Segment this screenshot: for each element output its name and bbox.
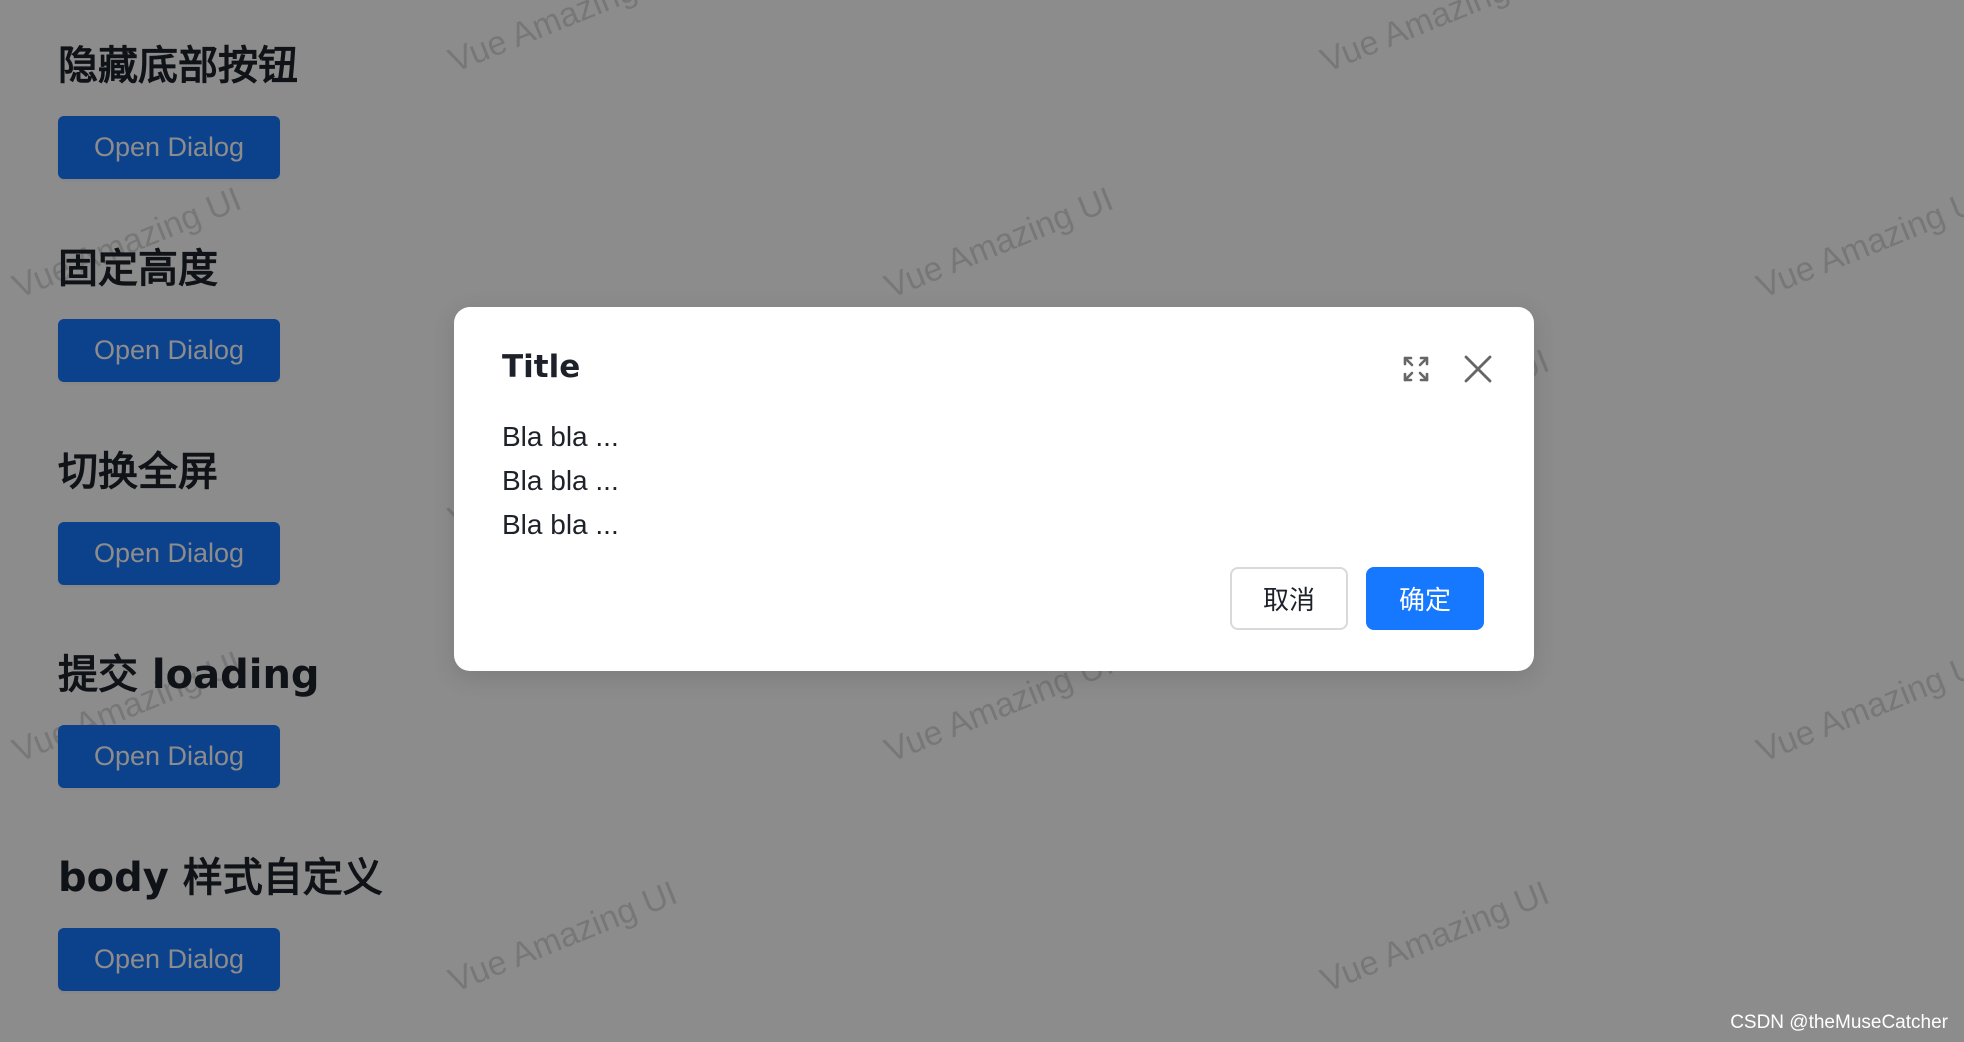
credit-text: CSDN @theMuseCatcher: [1730, 1012, 1948, 1033]
cancel-button[interactable]: 取消: [1230, 567, 1348, 630]
dialog-body: Bla bla ... Bla bla ... Bla bla ...: [502, 415, 619, 547]
dialog: Title Bla bla ... Bla bla ... Bla bla ..…: [454, 307, 1534, 671]
page: Vue Amazing UI Vue Amazing UI Vue Amazin…: [0, 0, 1964, 1042]
dialog-body-line: Bla bla ...: [502, 421, 619, 452]
dialog-body-line: Bla bla ...: [502, 509, 619, 540]
dialog-body-line: Bla bla ...: [502, 465, 619, 496]
close-icon: [1458, 349, 1498, 389]
close-button[interactable]: [1458, 349, 1498, 389]
fullscreen-icon: [1396, 349, 1436, 389]
dialog-title: Title: [502, 349, 581, 385]
fullscreen-button[interactable]: [1396, 349, 1436, 389]
ok-button[interactable]: 确定: [1366, 567, 1484, 630]
